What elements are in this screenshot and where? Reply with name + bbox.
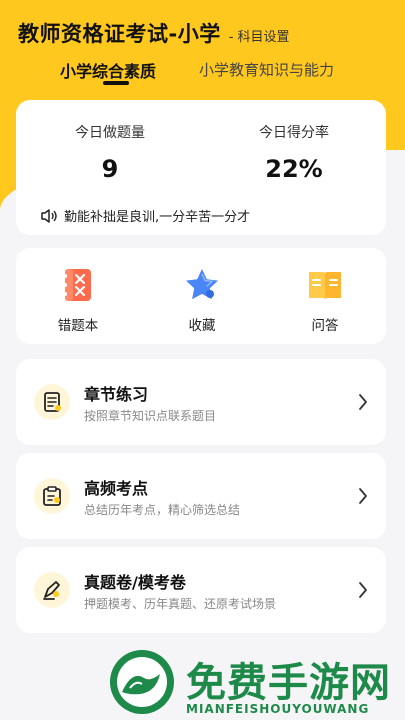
stats-card: 今日做题量 9 今日得分率 22% 勤能补拙是良训,一分辛苦一分才 bbox=[16, 100, 386, 235]
chevron-right-icon bbox=[359, 488, 367, 504]
tool-label-favorites: 收藏 bbox=[188, 318, 216, 334]
note-icon bbox=[44, 392, 61, 412]
motto-text: 勤能补拙是良训,一分辛苦一分才 bbox=[64, 210, 251, 225]
speaker-icon bbox=[41, 208, 57, 223]
today-score-label: 今日得分率 bbox=[259, 125, 329, 141]
clipboard-icon bbox=[43, 486, 61, 506]
tool-label-qa: 问答 bbox=[311, 318, 339, 334]
active-tab-indicator bbox=[103, 81, 129, 85]
menu-icon-bg bbox=[34, 572, 70, 608]
menu-desc: 押题模考、历年真题、还原考试场景 bbox=[84, 597, 277, 611]
today-score-value: 22% bbox=[265, 155, 323, 183]
star-icon bbox=[186, 269, 218, 300]
tool-favorites[interactable]: 收藏 bbox=[157, 266, 247, 334]
tool-qa[interactable]: 问答 bbox=[280, 266, 370, 334]
chevron-right-icon bbox=[359, 394, 367, 410]
menu-desc: 总结历年考点，精心筛选总结 bbox=[84, 503, 241, 517]
chevron-right-icon bbox=[359, 582, 367, 598]
watermark-text: 免费手游网 bbox=[186, 660, 391, 706]
subject-settings-link[interactable]: - 科目设置 bbox=[229, 26, 290, 45]
tab-comprehensive-quality[interactable]: 小学综合素质 bbox=[60, 58, 156, 82]
subject-tabs: 小学综合素质 小学教育知识与能力 bbox=[0, 58, 405, 88]
menu-title: 章节练习 bbox=[84, 385, 149, 404]
page-title: 教师资格证考试-小学 bbox=[18, 22, 221, 46]
wrong-book-icon bbox=[63, 269, 91, 301]
tool-wrong-book[interactable]: 错题本 bbox=[33, 266, 123, 334]
menu-icon-bg bbox=[34, 478, 70, 514]
watermark: 免费手游网 MIANFEISHOUYOUWANG bbox=[0, 620, 405, 720]
tools-card: 错题本 收藏 问答 bbox=[16, 248, 386, 344]
menu-icon-bg bbox=[34, 384, 70, 420]
menu-title: 高频考点 bbox=[84, 479, 149, 498]
menu-item-high-frequency[interactable]: 高频考点 总结历年考点，精心筛选总结 bbox=[16, 453, 386, 539]
motto-row: 勤能补拙是良训,一分辛苦一分才 bbox=[40, 206, 250, 225]
pen-icon bbox=[43, 581, 60, 600]
menu-item-chapter-practice[interactable]: 章节练习 按照章节知识点联系题目 bbox=[16, 359, 386, 445]
watermark-subtext: MIANFEISHOUYOUWANG bbox=[186, 702, 370, 716]
menu-desc: 按照章节知识点联系题目 bbox=[84, 409, 217, 423]
watermark-logo-icon bbox=[110, 650, 174, 714]
tool-label-wrong-book: 错题本 bbox=[57, 318, 99, 334]
open-book-icon bbox=[309, 272, 341, 300]
tab-education-knowledge[interactable]: 小学教育知识与能力 bbox=[199, 59, 334, 80]
today-count-value: 9 bbox=[101, 155, 119, 183]
today-count-label: 今日做题量 bbox=[75, 125, 145, 141]
menu-title: 真题卷/模考卷 bbox=[84, 573, 186, 592]
header: 教师资格证考试-小学 - 科目设置 bbox=[18, 18, 290, 48]
